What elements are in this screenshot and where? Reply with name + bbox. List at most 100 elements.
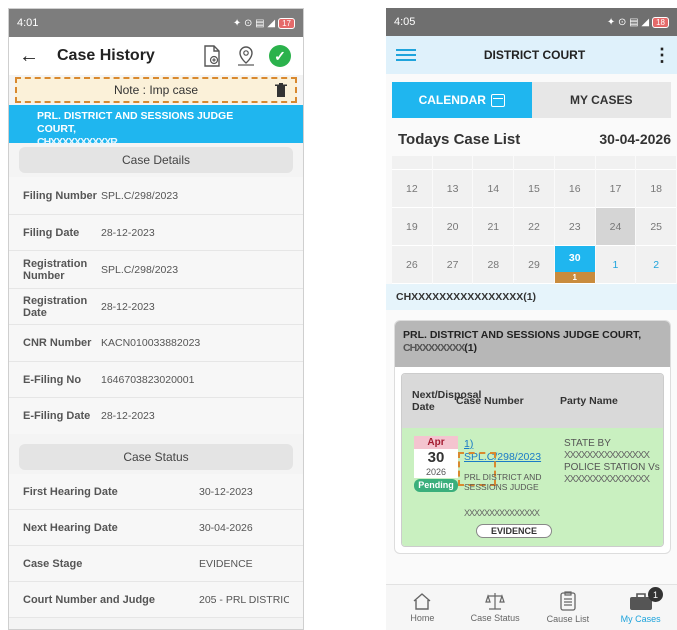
detail-row-filing-date: Filing Date 28-12-2023 [9,215,303,251]
redacted-court-location: CHXXXXXXXX [403,342,465,354]
detail-value: 28-12-2023 [101,226,155,239]
status-label: First Hearing Date [23,485,118,498]
calendar-day[interactable]: 12 [392,170,432,208]
court-card: PRL. DISTRICT AND SESSIONS JUDGE COURT, … [394,320,671,554]
nav-case-status-label: Case Status [470,613,520,623]
more-options-icon[interactable]: ⋮ [653,45,671,66]
signal-icon: ✦ ⊙ ▤ ◢ [232,17,276,29]
calendar-day-today[interactable]: 30 1 [554,246,595,284]
calendar-day[interactable]: 28 [473,246,514,284]
detail-value: SPL.C/298/2023 [101,263,179,276]
calendar-day[interactable]: 23 [554,208,595,246]
court-card-header: PRL. DISTRICT AND SESSIONS JUDGE COURT, … [395,321,670,367]
case-stage-button[interactable]: EVIDENCE [476,524,552,538]
calendar-day[interactable]: 27 [432,246,473,284]
calendar-day[interactable]: 22 [514,208,554,246]
nav-home-label: Home [410,613,435,623]
todays-case-list-header: Todays Case List 30-04-2026 [386,122,677,156]
redacted-text: XXXXXXXXXXXXXXX [464,508,540,518]
battery-icon: 17 [278,17,295,29]
calendar-row: 12 13 14 15 16 17 18 [392,170,677,208]
calendar-day[interactable]: 20 [432,208,473,246]
party-line: STATE BY [564,438,611,449]
status-icons: ✦ ⊙ ▤ ◢ 18 [606,16,669,28]
case-status-list: First Hearing Date 30-12-2023 Next Heari… [9,474,303,618]
hearing-year: 2026 [414,466,458,478]
detail-label: E-Filing Date [23,410,91,422]
detail-label: CNR Number [23,337,92,349]
tab-calendar-label: CALENDAR [418,93,486,107]
calendar-day[interactable]: 14 [473,170,514,208]
calendar-day[interactable]: 15 [514,170,554,208]
calendar-day [514,156,554,170]
calendar-day[interactable]: 19 [392,208,432,246]
calendar-day[interactable]: 17 [595,170,636,208]
court-name-line1: PRL. DISTRICT AND SESSIONS JUDGE COURT, [37,110,234,135]
party-redacted: XXXXXXXXXXXXXXX [564,450,650,461]
calendar-day[interactable]: 29 [514,246,554,284]
battery-icon: 18 [652,16,669,28]
calendar-day [473,156,514,170]
detail-row-filing-number: Filing Number SPL.C/298/2023 [9,177,303,215]
calendar-day-selected[interactable]: 24 [595,208,636,246]
calendar-day[interactable]: 18 [636,170,677,208]
nav-home[interactable]: Home [386,585,459,630]
calendar-day[interactable]: 1 [595,246,636,284]
back-arrow-icon[interactable]: ← [19,45,45,68]
signal-icon: ✦ ⊙ ▤ ◢ [606,16,650,28]
detail-value: 1646703823020001 [101,373,195,386]
status-value: 30-04-2026 [199,521,253,534]
detail-row-efiling-date: E-Filing Date 28-12-2023 [9,398,303,434]
tab-calendar[interactable]: CALENDAR [392,82,532,118]
tab-my-cases[interactable]: MY CASES [532,82,672,118]
calendar-day[interactable]: 16 [554,170,595,208]
party-line: POLICE STATION Vs [564,462,660,473]
calendar-day[interactable]: 13 [432,170,473,208]
document-add-icon[interactable] [199,43,225,69]
detail-row-efiling-no: E-Filing No 1646703823020001 [9,362,303,398]
detail-value: 28-12-2023 [101,410,155,422]
notification-badge: 1 [648,587,663,602]
calendar-day[interactable]: 26 [392,246,432,284]
calendar-day[interactable]: 25 [636,208,677,246]
nav-case-status[interactable]: Case Status [459,585,532,630]
status-label: Court Number and Judge [23,593,156,606]
detail-row-registration-number: Registration Number SPL.C/298/2023 [9,251,303,289]
detail-label: Registration Number [23,257,88,282]
clipboard-list-icon [560,591,576,611]
calendar-day[interactable]: 21 [473,208,514,246]
status-label: Next Hearing Date [23,521,118,534]
status-row-next-hearing: Next Hearing Date 30-04-2026 [9,510,303,546]
check-circle-icon[interactable]: ✓ [267,43,293,69]
status-label: Case Stage [23,557,83,570]
hamburger-menu-icon[interactable] [396,46,416,64]
calendar-row [392,156,677,170]
hearing-date-card: Apr 30 2026 Pending [414,436,458,492]
case-details-list: Filing Number SPL.C/298/2023 Filing Date… [9,177,303,434]
page-title: Case History [57,47,155,64]
nav-cause-list[interactable]: Cause List [532,585,605,630]
app-header: DISTRICT COURT ⋮ [386,36,677,74]
court-name-banner: PRL. DISTRICT AND SESSIONS JUDGE COURT, … [9,105,303,148]
detail-value: SPL.C/298/2023 [101,189,179,202]
party-redacted: XXXXXXXXXXXXXXX [564,474,650,485]
note-bar[interactable]: Note : Imp case [15,77,297,103]
detail-row-cnr-number: CNR Number KACN010033882023 [9,325,303,362]
app-title: DISTRICT COURT [483,48,586,62]
case-row[interactable]: Apr 30 2026 Pending 1) SPL.C/298/2023 PR… [402,428,663,546]
today-number: 30 [568,252,581,264]
case-index: 1) [464,438,474,450]
nav-my-cases[interactable]: My Cases 1 [604,585,677,630]
status-bar: 4:05 ✦ ⊙ ▤ ◢ 18 [386,8,677,36]
detail-label: Filing Number [23,189,97,202]
status-icons: ✦ ⊙ ▤ ◢ 17 [232,17,295,29]
note-text: Note : Imp case [113,83,199,97]
home-icon [413,593,431,610]
detail-label: Registration Date [23,294,88,319]
tab-my-cases-label: MY CASES [570,93,633,107]
status-value: 30-12-2023 [199,485,253,498]
location-pin-icon[interactable] [233,43,259,69]
todays-title: Todays Case List [398,130,521,148]
trash-icon[interactable] [275,83,287,97]
calendar-day[interactable]: 2 [636,246,677,284]
